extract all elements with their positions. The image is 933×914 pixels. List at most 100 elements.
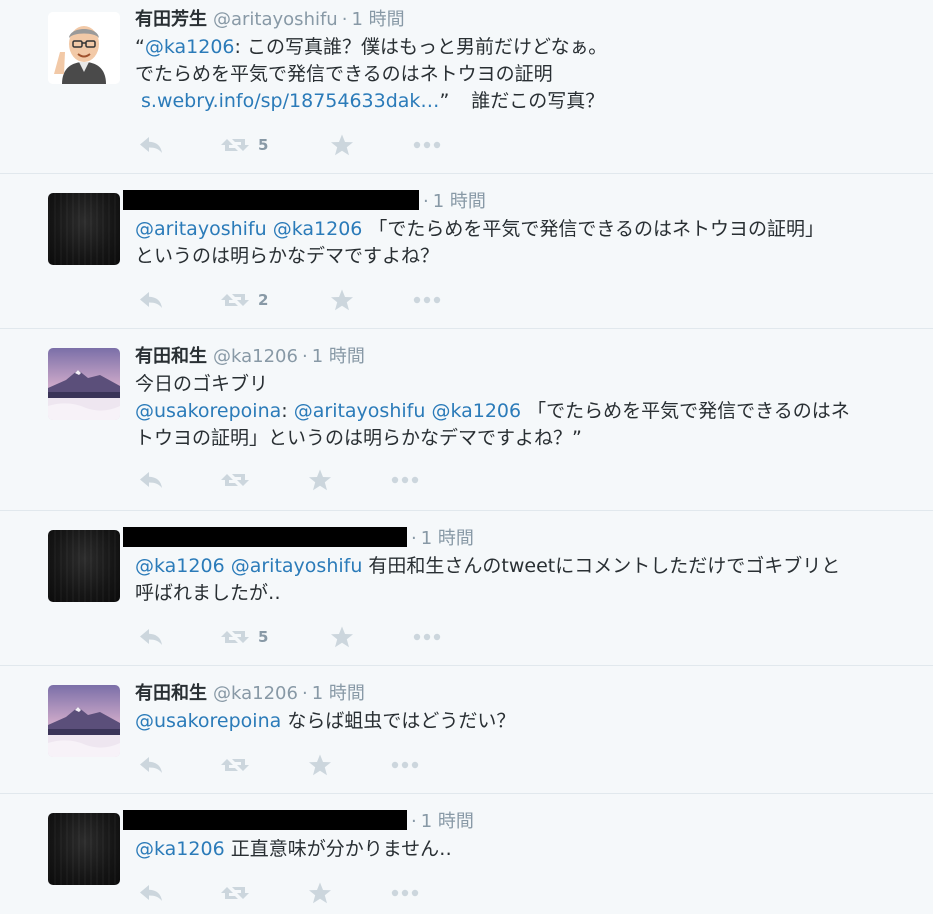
tweet[interactable]: · 1 時間 @aritayoshifu @ka1206 「でたらめを平気で発信で…	[0, 174, 933, 329]
tweet-text-line: というのは明らかなデマですよね？	[135, 245, 440, 267]
screen-name[interactable]: @ka1206	[213, 346, 298, 367]
tweet-text-fragment: 誰だこの写真？	[471, 90, 605, 112]
retweet-count: 5	[258, 628, 269, 646]
more-icon[interactable]	[412, 295, 442, 305]
reply-icon[interactable]	[138, 627, 164, 647]
redaction-bar	[123, 527, 407, 547]
mention-link[interactable]: @ka1206	[135, 838, 225, 860]
screen-name[interactable]: @aritayoshifu	[213, 9, 338, 30]
tweet-text-line: 呼ばれましたが‥	[135, 582, 281, 604]
star-icon[interactable]	[330, 288, 354, 312]
more-icon[interactable]	[390, 475, 420, 485]
avatar[interactable]	[48, 348, 120, 420]
tweet-content: · 1 時間 @ka1206 正直意味が分かりません‥	[123, 810, 913, 863]
mention-link[interactable]: @usakorepoina	[135, 400, 281, 422]
retweet-icon	[220, 290, 250, 310]
tweet-text: @ka1206 正直意味が分かりません‥	[135, 836, 913, 863]
reply-icon[interactable]	[138, 290, 164, 310]
mention-link[interactable]: @aritayoshifu	[135, 218, 267, 240]
tweet-text-line: “@ka1206: この写真誰？僕はもっと男前だけどなぁ。	[135, 34, 913, 61]
tweet-text: @usakorepoina ならば蛆虫ではどうだい？	[135, 708, 913, 735]
separator: ·	[411, 811, 417, 832]
avatar[interactable]	[48, 530, 120, 602]
retweet-count: 2	[258, 291, 269, 309]
mention-link[interactable]: @ka1206	[273, 218, 363, 240]
avatar[interactable]	[48, 685, 120, 757]
quote-mark: “	[135, 36, 145, 58]
screen-name[interactable]: @ka1206	[213, 683, 298, 704]
tweet-text-line: @ka1206 @aritayoshifu 有田和生さんのtweetにコメントし…	[135, 553, 913, 580]
avatar[interactable]	[48, 813, 120, 885]
mention-link[interactable]: @aritayoshifu	[231, 555, 363, 577]
retweet-icon	[220, 135, 250, 155]
tweet-text-fragment: 有田和生さんのtweetにコメントしただけでゴキブリと	[362, 555, 841, 577]
avatar[interactable]	[48, 193, 120, 265]
tweet-text-line: 今日のゴキブリ	[135, 373, 269, 395]
tweet[interactable]: 有田和生 @ka1206 · 1 時間 @usakorepoina ならば蛆虫ではどう…	[0, 666, 933, 794]
star-icon[interactable]	[330, 625, 354, 649]
mention-link[interactable]: @ka1206	[431, 400, 521, 422]
mention-link[interactable]: @ka1206	[135, 555, 225, 577]
more-icon[interactable]	[412, 140, 442, 150]
tweet[interactable]: · 1 時間 @ka1206 正直意味が分かりません‥	[0, 794, 933, 914]
tweet-text-fragment: 正直意味が分かりません‥	[224, 838, 452, 860]
tweet-text-line: @usakorepoina: @aritayoshifu @ka1206 「でた…	[135, 398, 913, 425]
more-icon[interactable]	[390, 888, 420, 898]
author-name[interactable]: 有田和生	[135, 346, 207, 367]
more-icon[interactable]	[412, 632, 442, 642]
retweet-icon[interactable]	[220, 883, 250, 903]
more-icon[interactable]	[390, 760, 420, 770]
reply-icon[interactable]	[138, 883, 164, 903]
reply-icon[interactable]	[138, 470, 164, 490]
avatar[interactable]	[48, 12, 120, 84]
star-icon[interactable]	[308, 881, 332, 905]
retweet-icon[interactable]	[220, 470, 250, 490]
tweet-header: 有田和生 @ka1206 · 1 時間	[135, 345, 913, 369]
tweet[interactable]: · 1 時間 @ka1206 @aritayoshifu 有田和生さんのtweet…	[0, 511, 933, 666]
timestamp[interactable]: 1 時間	[312, 346, 365, 367]
timestamp[interactable]: 1 時間	[433, 191, 486, 212]
separator: ·	[423, 191, 429, 212]
tweet-text-line: でたらめを平気で発信できるのはネトウヨの証明	[135, 63, 553, 85]
url-link[interactable]: s.webry.info/sp/18754633dak…	[141, 90, 439, 112]
tweet-text-fragment: 「でたらめを平気で発信できるのはネ	[521, 400, 850, 422]
mention-link[interactable]: @usakorepoina	[135, 710, 281, 732]
reply-icon[interactable]	[138, 755, 164, 775]
redaction-bar	[123, 810, 407, 830]
tweet[interactable]: 有田芳生 @aritayoshifu · 1 時間 “@ka1206: この写真誰？僕…	[0, 0, 933, 174]
tweet-text: “@ka1206: この写真誰？僕はもっと男前だけどなぁ。 でたらめを平気で発信…	[135, 34, 913, 115]
tweet-header: 有田和生 @ka1206 · 1 時間	[135, 682, 913, 706]
tweet-text-fragment: :	[281, 400, 294, 422]
timestamp[interactable]: 1 時間	[421, 528, 474, 549]
tweet-text-line: s.webry.info/sp/18754633dak…” 誰だこの写真？	[135, 88, 913, 115]
tweet-content: · 1 時間 @ka1206 @aritayoshifu 有田和生さんのtweet…	[123, 527, 913, 607]
separator: ·	[301, 346, 308, 367]
timeline: 有田芳生 @aritayoshifu · 1 時間 “@ka1206: この写真誰？僕…	[0, 0, 933, 914]
tweet-content: · 1 時間 @aritayoshifu @ka1206 「でたらめを平気で発信で…	[123, 190, 913, 270]
star-icon[interactable]	[308, 468, 332, 492]
mention-link[interactable]: @ka1206	[145, 36, 235, 58]
retweet-action[interactable]: 2	[220, 290, 268, 310]
author-name[interactable]: 有田芳生	[135, 9, 207, 30]
tweet-text-line: @usakorepoina ならば蛆虫ではどうだい？	[135, 708, 913, 735]
tweet-content: 有田芳生 @aritayoshifu · 1 時間 “@ka1206: この写真誰？僕…	[135, 8, 913, 115]
star-icon[interactable]	[330, 133, 354, 157]
tweet-text-fragment: 「でたらめを平気で発信できるのはネトウヨの証明」	[362, 218, 825, 240]
star-icon[interactable]	[308, 753, 332, 777]
retweet-action[interactable]: 5	[220, 135, 268, 155]
timestamp[interactable]: 1 時間	[421, 811, 474, 832]
author-name[interactable]: 有田和生	[135, 683, 207, 704]
tweet-text: @aritayoshifu @ka1206 「でたらめを平気で発信できるのはネト…	[135, 216, 913, 270]
tweet-text-fragment: : この写真誰？僕はもっと男前だけどなぁ。	[234, 36, 608, 58]
timestamp[interactable]: 1 時間	[351, 9, 404, 30]
timestamp[interactable]: 1 時間	[312, 683, 365, 704]
redaction-bar	[123, 190, 419, 210]
retweet-action[interactable]: 5	[220, 627, 268, 647]
reply-icon[interactable]	[138, 135, 164, 155]
retweet-icon[interactable]	[220, 755, 250, 775]
tweet-content: 有田和生 @ka1206 · 1 時間 今日のゴキブリ @usakorepoina: …	[135, 345, 913, 452]
mention-link[interactable]: @aritayoshifu	[294, 400, 426, 422]
tweet[interactable]: 有田和生 @ka1206 · 1 時間 今日のゴキブリ @usakorepoina: …	[0, 329, 933, 511]
separator: ·	[301, 683, 308, 704]
tweet-text-line: @ka1206 正直意味が分かりません‥	[135, 836, 913, 863]
